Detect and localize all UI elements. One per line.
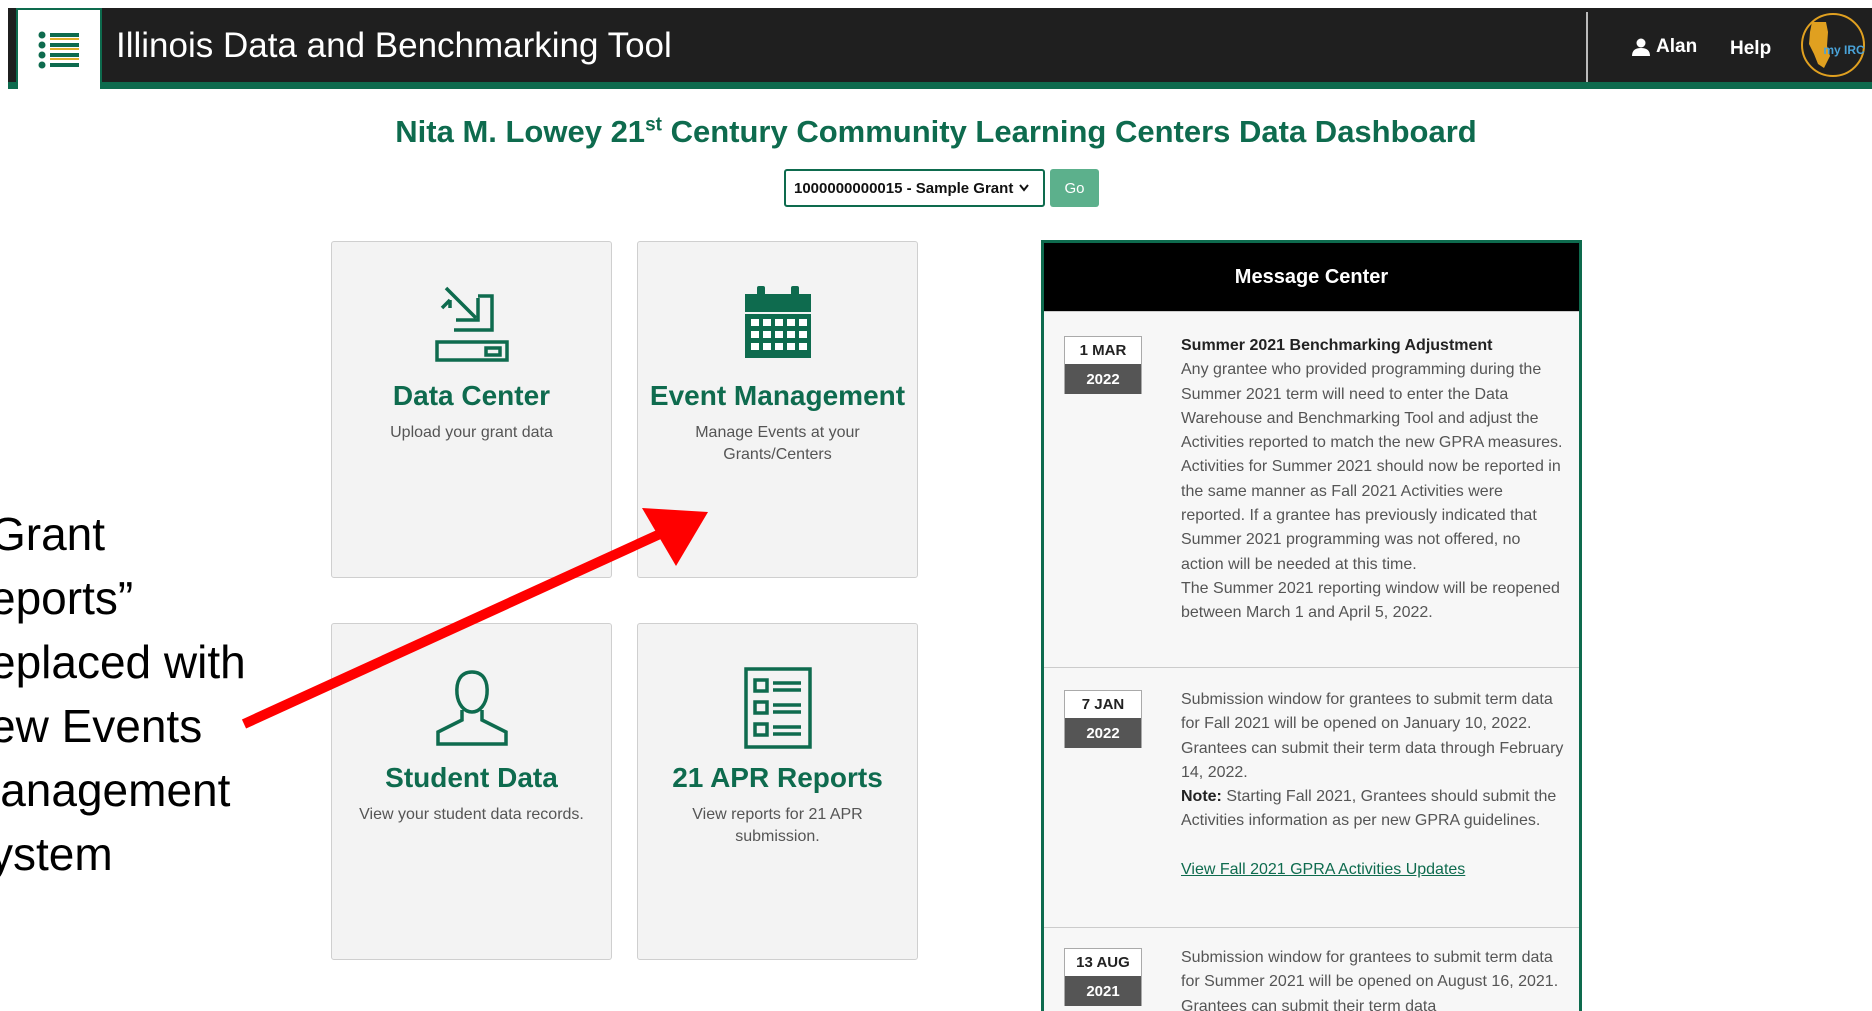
note-text: Starting Fall 2021, Grantees should subm… bbox=[1181, 788, 1557, 830]
message-body: Submission window for grantees to submit… bbox=[1181, 688, 1565, 882]
date-year: 2022 bbox=[1065, 364, 1141, 394]
tile-description: Upload your grant data bbox=[390, 424, 553, 441]
user-menu-link[interactable]: Alan bbox=[1632, 36, 1697, 58]
date-year: 2021 bbox=[1065, 976, 1141, 1006]
message-text-2: The Summer 2021 reporting window will be… bbox=[1181, 579, 1560, 622]
date-badge: 1 MAR 2022 bbox=[1064, 336, 1142, 394]
grant-select-value: 1000000000015 - Sample Grant bbox=[794, 179, 1014, 197]
tile-title: 21 APR Reports bbox=[672, 762, 883, 793]
menu-button[interactable] bbox=[16, 8, 102, 89]
tile-title: Data Center bbox=[392, 380, 551, 411]
grant-select[interactable]: 1000000000015 - Sample Grant bbox=[784, 169, 1045, 207]
annotation-text: Grant eports” eplaced with ew Events lan… bbox=[0, 508, 246, 880]
annotation-arrow-icon bbox=[241, 508, 708, 729]
go-button[interactable]: Go bbox=[1050, 169, 1099, 207]
message-center-title: Message Center bbox=[1044, 243, 1579, 311]
tile-description: View reports for 21 APR submission. bbox=[692, 806, 863, 845]
date-badge: 13 AUG 2021 bbox=[1064, 948, 1142, 1006]
user-name: Alan bbox=[1656, 36, 1698, 57]
tile-description: Manage Events at your Grants/Centers bbox=[695, 424, 860, 463]
app-title: Illinois Data and Benchmarking Tool bbox=[116, 26, 672, 65]
report-list-icon bbox=[743, 667, 812, 749]
message-body: Summer 2021 Benchmarking Adjustment Any … bbox=[1181, 334, 1565, 626]
upload-tray-icon bbox=[434, 286, 509, 362]
message-item: 1 MAR 2022 Summer 2021 Benchmarking Adju… bbox=[1044, 311, 1579, 667]
tile-description: View your student data records. bbox=[359, 806, 584, 823]
message-heading: Summer 2021 Benchmarking Adjustment bbox=[1181, 337, 1493, 354]
top-header: Illinois Data and Benchmarking Tool Alan… bbox=[8, 8, 1872, 89]
calendar-icon bbox=[744, 286, 811, 358]
message-item: 13 AUG 2021 Submission window for grante… bbox=[1044, 927, 1579, 1011]
logo-text: my IRC bbox=[1823, 43, 1865, 57]
header-divider bbox=[1586, 12, 1588, 82]
note-label: Note: bbox=[1181, 788, 1222, 806]
date-badge: 7 JAN 2022 bbox=[1064, 690, 1142, 748]
date-day-month: 13 AUG bbox=[1065, 949, 1141, 976]
gpra-updates-link[interactable]: View Fall 2021 GPRA Activities Updates bbox=[1181, 861, 1465, 878]
message-text: Submission window for grantees to submit… bbox=[1181, 691, 1564, 781]
date-day-month: 1 MAR bbox=[1065, 337, 1141, 364]
date-year: 2022 bbox=[1065, 718, 1141, 748]
list-menu-icon bbox=[38, 31, 79, 68]
help-link[interactable]: Help bbox=[1730, 38, 1771, 60]
user-icon bbox=[1632, 38, 1650, 56]
page-title: Nita M. Lowey 21st Century Community Lea… bbox=[395, 114, 1477, 149]
message-center: Message Center 1 MAR 2022 Summer 2021 Be… bbox=[1041, 240, 1582, 1011]
message-body: Submission window for grantees to submit… bbox=[1181, 946, 1565, 1011]
chevron-down-icon bbox=[1019, 184, 1030, 192]
message-text: Submission window for grantees to submit… bbox=[1181, 949, 1559, 1011]
message-item: 7 JAN 2022 Submission window for grantee… bbox=[1044, 667, 1579, 927]
my-irc-logo[interactable]: my IRC bbox=[1800, 12, 1866, 78]
tile-title: Student Data bbox=[385, 762, 558, 793]
tile-title: Event Management bbox=[649, 380, 906, 411]
date-day-month: 7 JAN bbox=[1065, 691, 1141, 718]
message-text: Any grantee who provided programming dur… bbox=[1181, 361, 1563, 573]
